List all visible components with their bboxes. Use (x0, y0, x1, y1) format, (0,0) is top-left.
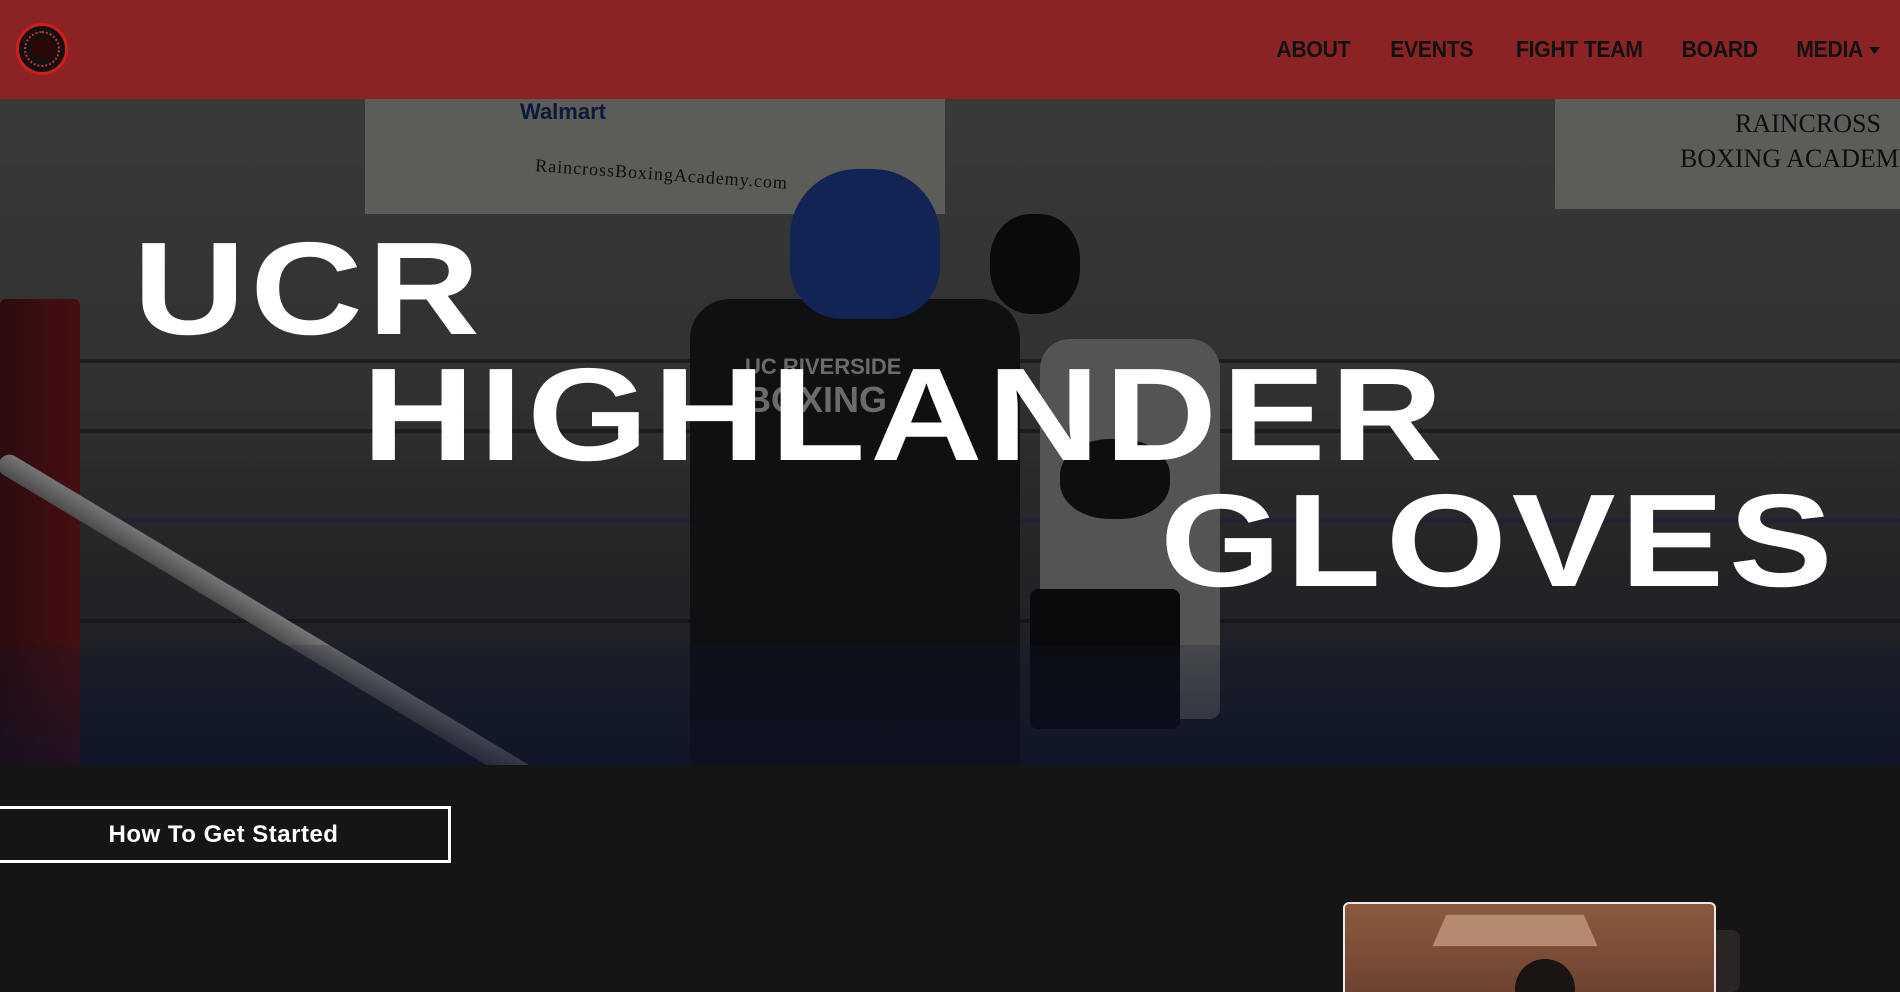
hero-title-gloves: GLOVES (1160, 467, 1838, 614)
person-head (1515, 959, 1575, 992)
chevron-down-icon (1868, 47, 1880, 55)
nav-link-about[interactable]: ABOUT (1277, 36, 1351, 63)
nav-link-events[interactable]: EVENTS (1390, 36, 1473, 63)
nav-link-board[interactable]: BOARD (1681, 36, 1757, 63)
top-navbar: ABOUT EVENTS FIGHT TEAM BOARD MEDIA (0, 0, 1900, 99)
nav-link-media-label: MEDIA (1796, 36, 1864, 62)
video-thumbnail[interactable] (1343, 902, 1716, 992)
how-to-get-started-button[interactable]: How To Get Started (0, 806, 451, 863)
hero-section: Walmart RaincrossBoxingAcademy.com RAINC… (0, 99, 1900, 765)
logo-emblem (31, 37, 55, 59)
hero-title-highlander: HIGHLANDER (362, 341, 1448, 488)
club-logo[interactable] (16, 23, 68, 75)
nav-dropdown-media[interactable]: MEDIA (1797, 36, 1880, 63)
ceiling-vent (1432, 914, 1598, 947)
nav-link-fight-team[interactable]: FIGHT TEAM (1516, 36, 1643, 63)
hero-title-ucr: UCR (133, 215, 485, 362)
nav-links: ABOUT EVENTS FIGHT TEAM BOARD MEDIA (1238, 36, 1880, 63)
